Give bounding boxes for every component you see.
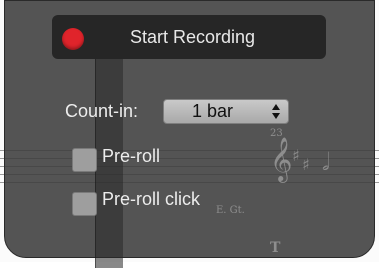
count-in-value: 1 bar: [192, 101, 234, 121]
note-icon: 𝅗𝅥: [322, 148, 330, 176]
start-recording-label: Start Recording: [130, 27, 256, 47]
treble-clef-icon: 𝄞: [270, 137, 293, 181]
count-in-label: Count-in:: [65, 101, 139, 121]
pre-roll-label: Pre-roll: [102, 146, 161, 166]
pre-roll-click-label: Pre-roll click: [102, 189, 201, 209]
tab-clef-icon: T: [270, 240, 281, 256]
count-in-select[interactable]: 1 bar: [163, 99, 289, 124]
sharp-icon: ♯: [292, 146, 300, 165]
instrument-label: E. Gt.: [216, 205, 245, 216]
sharp-icon: ♯: [302, 155, 310, 174]
up-down-arrows-icon: [272, 104, 280, 119]
record-icon: [62, 28, 84, 50]
pre-roll-click-checkbox[interactable]: [72, 192, 97, 216]
pre-roll-checkbox[interactable]: [72, 148, 97, 172]
